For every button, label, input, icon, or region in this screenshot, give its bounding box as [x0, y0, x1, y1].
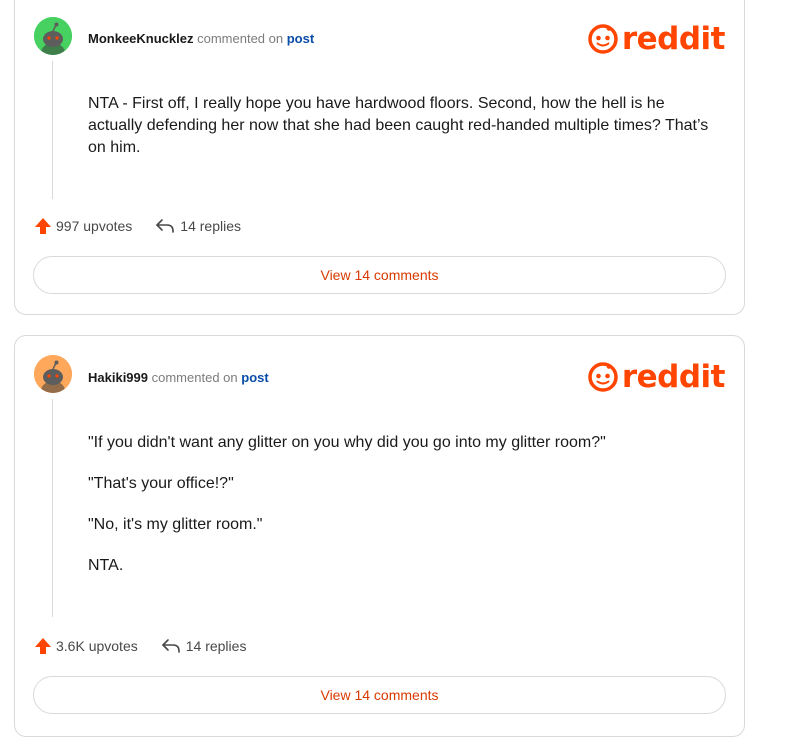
upvote-button[interactable]: 3.6K upvotes: [34, 637, 138, 655]
replies-button[interactable]: 14 replies: [160, 637, 247, 655]
thread-line: [52, 399, 53, 617]
upvote-button[interactable]: 997 upvotes: [34, 217, 132, 235]
reddit-logo[interactable]: reddit: [587, 21, 726, 57]
view-comments-button[interactable]: View 14 comments: [33, 676, 726, 714]
user-avatar[interactable]: [34, 17, 72, 55]
user-avatar[interactable]: [34, 355, 72, 393]
replies-count: 14 replies: [185, 638, 247, 654]
comment-card: Hakiki999 commented on post reddit "If y…: [14, 335, 745, 737]
comment-paragraph: "If you didn't want any glitter on you w…: [88, 434, 606, 451]
comment-meta: Hakiki999 commented on post: [88, 370, 269, 385]
comment-meta: MonkeeKnucklez commented on post: [88, 31, 314, 46]
reddit-snoo-icon: [588, 362, 618, 392]
upvote-count: 997 upvotes: [56, 218, 133, 234]
thread-line: [52, 61, 53, 199]
comment-paragraph: "No, it's my glitter room.": [88, 516, 263, 533]
reply-arrow-icon: [156, 219, 175, 233]
replies-button[interactable]: 14 replies: [154, 217, 241, 235]
comment-paragraph: "That's your office!?": [88, 475, 234, 492]
reddit-logo[interactable]: reddit: [587, 359, 726, 395]
reddit-snoo-icon: [588, 24, 618, 54]
comment-paragraph: NTA - First off, I really hope you have …: [88, 95, 709, 156]
username-link[interactable]: MonkeeKnucklez: [88, 31, 193, 46]
reddit-wordmark: reddit: [621, 21, 726, 57]
comment-body: NTA - First off, I really hope you have …: [88, 93, 718, 174]
reddit-wordmark: reddit: [621, 359, 726, 395]
post-link[interactable]: post: [287, 31, 314, 46]
replies-count: 14 replies: [180, 218, 241, 234]
username-link[interactable]: Hakiki999: [88, 370, 148, 385]
comment-body: "If you didn't want any glitter on you w…: [88, 432, 718, 577]
reply-arrow-icon: [161, 639, 180, 653]
comment-paragraph: NTA.: [88, 557, 124, 574]
action-text: commented on: [151, 370, 238, 385]
action-text: commented on: [197, 31, 284, 46]
upvote-arrow-icon: [35, 218, 51, 234]
comment-actions: 997 upvotes 14 replies: [34, 217, 263, 235]
post-link[interactable]: post: [241, 370, 268, 385]
upvote-arrow-icon: [35, 638, 51, 654]
comment-card: MonkeeKnucklez commented on post reddit …: [14, 0, 745, 315]
upvote-count: 3.6K upvotes: [56, 638, 138, 654]
view-comments-button[interactable]: View 14 comments: [33, 256, 726, 294]
comment-actions: 3.6K upvotes 14 replies: [34, 637, 268, 655]
